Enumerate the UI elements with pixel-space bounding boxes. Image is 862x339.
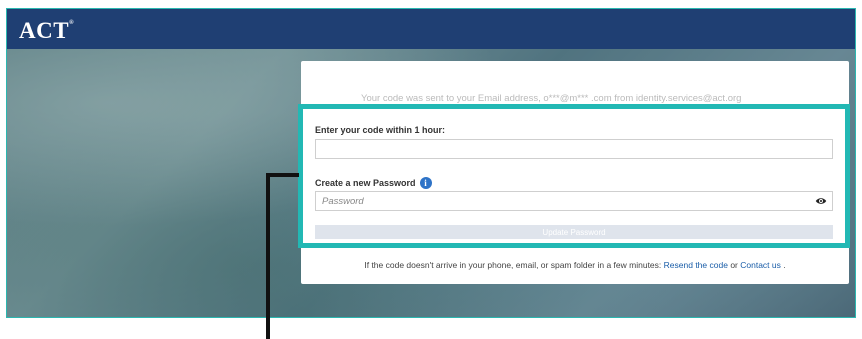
top-header-bar: ACT® (7, 9, 855, 49)
password-label: Create a new Password (315, 178, 416, 188)
callout-line-vertical (266, 173, 270, 339)
logo-text: ACT (19, 18, 70, 43)
info-icon[interactable]: i (419, 177, 432, 189)
code-sent-notice: Your code was sent to your Email address… (361, 93, 742, 104)
help-or: or (730, 260, 738, 270)
resend-help-text: If the code doesn't arrive in your phone… (301, 260, 849, 270)
password-input[interactable] (315, 191, 833, 211)
password-label-row: Create a new Password i (315, 177, 432, 189)
contact-us-link[interactable]: Contact us (740, 260, 781, 270)
act-logo[interactable]: ACT® (19, 18, 74, 44)
code-label: Enter your code within 1 hour: (315, 125, 446, 135)
eye-icon[interactable] (815, 195, 827, 207)
help-suffix: . (783, 260, 786, 270)
help-prefix: If the code doesn't arrive in your phone… (364, 260, 662, 270)
reset-password-card: Your code was sent to your Email address… (301, 61, 849, 284)
update-password-button[interactable]: Update Password (315, 225, 833, 239)
code-input[interactable] (315, 139, 833, 159)
resend-code-link[interactable]: Resend the code (664, 260, 728, 270)
callout-line-horizontal (266, 173, 299, 177)
logo-mark: ® (69, 20, 75, 26)
